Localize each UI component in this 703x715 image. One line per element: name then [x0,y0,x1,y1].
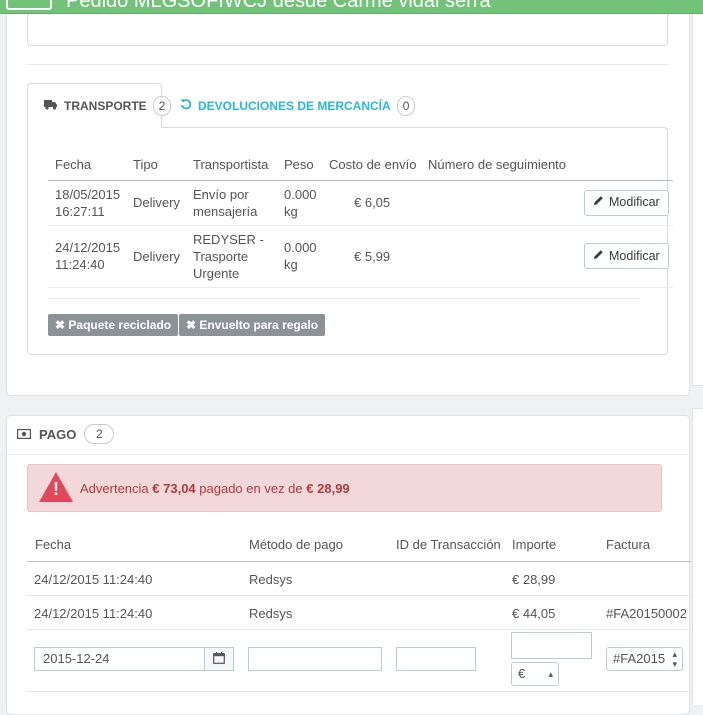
column-header: Método de pago [249,537,343,552]
money-icon [17,427,32,442]
side-panel-edge [692,14,703,386]
transaction-id-input[interactable] [396,647,476,671]
weight-cell: 0.000 kg [277,225,322,288]
payment-heading: PAGO 2 [17,424,115,444]
shipping-table: Fecha Tipo Transportista Peso Costo de e… [48,150,673,288]
tracking-cell [421,225,577,288]
column-header: Importe [512,537,557,552]
tab-transporte[interactable]: TRANSPORTE 2 [27,83,171,128]
payment-warning-alert: ! Advertencia € 73,04 pagado en vez de €… [27,464,662,512]
invoice-cell: #FA20150002 [606,606,687,621]
tracking-cell [421,180,577,226]
method-cell: Redsys [249,572,293,587]
table-row: 18/05/2015 16:27:11 Delivery Envío por men… [48,180,673,226]
select-arrows-icon: ▴▾ [548,669,553,679]
edit-shipping-button[interactable]: Modificar [584,189,669,216]
shipping-tab-content: Fecha Tipo Transportista Peso Costo de e… [27,127,673,355]
badge-gift-wrap: ✖ Envuelto para regalo [179,314,326,336]
pencil-icon [593,248,604,265]
column-header: Costo de envío [322,150,421,181]
alert-text: Advertencia € 73,04 pagado en vez de € 2… [80,481,350,496]
column-header: Peso [277,150,322,181]
date-cell: 18/05/2015 16:27:11 [48,180,126,226]
tab-label: TRANSPORTE [64,98,147,113]
page-header: Pedido MLGSOFIWCJ desde Carme vidal serr… [0,0,703,14]
cost-cell: € 6,05 [322,180,421,226]
carrier-cell: REDYSER - Trasporte Urgente [186,225,277,288]
cost-cell: € 5,99 [322,225,421,288]
side-panel-edge [692,408,703,705]
add-payment-row: 2015-12-24 € ▴▾ #FA2015 ▴▾ [27,630,691,692]
column-header: Fecha [35,537,72,552]
pencil-icon [593,194,604,211]
payment-title: PAGO [39,426,77,442]
column-header: Fecha [48,150,126,181]
calendar-button[interactable] [204,647,234,671]
carrier-cell: Envío por mensajería [186,180,277,226]
type-cell: Delivery [126,180,186,226]
truck-icon [44,99,58,113]
divider [27,64,668,65]
method-cell: Redsys [249,606,293,621]
count-badge: 2 [84,424,115,444]
table-header-row: Fecha Método de pago ID de Transacción I… [27,528,691,562]
invoice-select[interactable]: #FA2015 ▴ ▾ [606,647,683,671]
table-row: 24/12/2015 11:24:40 Redsys € 44,05 #FA20… [27,596,691,630]
badge-recycled-package: ✖ Paquete reciclado [48,314,179,336]
edit-shipping-button[interactable]: Modificar [584,243,669,269]
amount-input[interactable] [511,632,592,659]
payment-method-input[interactable] [248,647,382,671]
column-header: Transportista [186,150,277,181]
amount-cell: € 28,99 [512,572,556,587]
divider [48,298,639,299]
table-row: 24/12/2015 11:24:40 Redsys € 28,99 [27,562,691,596]
type-cell: Delivery [126,225,186,288]
order-icon [6,0,52,10]
date-cell: 24/12/2015 11:24:40 [48,225,126,288]
calendar-icon [213,651,225,667]
date-cell: 24/12/2015 11:24:40 [34,572,153,587]
tab-devoluciones[interactable]: DEVOLUCIONES DE MERCANCÍA 0 [180,83,416,128]
page-title: Pedido MLGSOFIWCJ desde Carme vidal serr… [66,0,491,12]
amount-cell: € 44,05 [512,606,556,621]
payment-panel: PAGO 2 ! Advertencia € 73,04 pagado en v… [6,415,691,715]
count-badge: 2 [152,95,171,116]
date-cell: 24/12/2015 11:24:40 [34,606,153,621]
shipping-panel: TRANSPORTE 2 DEVOLUCIONES DE MERCANCÍA 0… [6,14,690,396]
select-arrows-icon: ▴▾ [672,649,677,669]
count-badge: 0 [396,95,416,116]
column-header: Factura [606,537,651,552]
payment-date-input[interactable]: 2015-12-24 [34,647,205,671]
column-header: ID de Transacción [396,537,501,552]
previous-panel-bottom [27,14,668,46]
column-header: Tipo [126,150,186,181]
currency-select[interactable]: € ▴▾ [511,662,559,686]
table-row: 24/12/2015 11:24:40 Delivery REDYSER - Tra… [48,225,673,288]
tab-label: DEVOLUCIONES DE MERCANCÍA [198,98,391,113]
undo-icon [180,98,192,113]
table-header-row: Fecha Tipo Transportista Peso Costo de e… [48,150,673,181]
weight-cell: 0.000 kg [277,180,322,226]
divider [7,454,691,455]
column-header: Número de seguimiento [421,150,577,181]
